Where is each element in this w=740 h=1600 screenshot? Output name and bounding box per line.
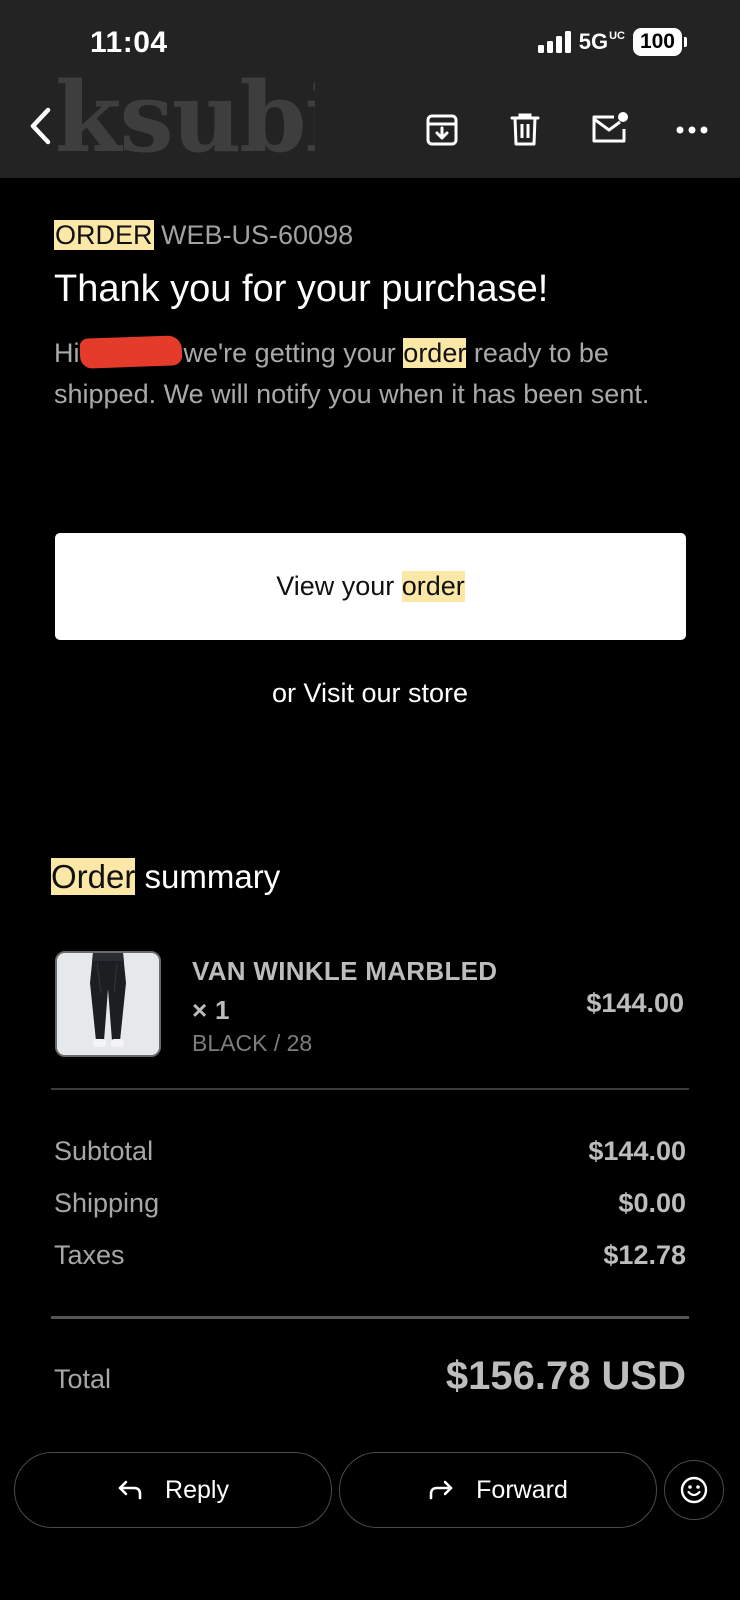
taxes-row: Taxes $12.78 — [54, 1240, 686, 1271]
order-summary-rest: summary — [144, 858, 281, 895]
reply-label: Reply — [165, 1475, 229, 1504]
order-keyword-highlight: ORDER — [54, 220, 154, 250]
emoji-reaction-button[interactable] — [664, 1460, 724, 1520]
order-summary-keyword: Order — [51, 858, 136, 895]
trash-icon — [510, 113, 540, 146]
brand-logo-text: ksubi — [55, 61, 315, 174]
greeting: Hi — [54, 338, 80, 368]
intro-paragraph: Hi we're getting your order ready to be s… — [54, 333, 694, 415]
archive-button[interactable] — [420, 108, 464, 152]
divider — [51, 1316, 689, 1319]
shipping-row: Shipping $0.00 — [54, 1188, 686, 1219]
network-label: 5G — [578, 29, 609, 54]
visit-store-label: or Visit our store — [271, 678, 469, 708]
shipping-label: Shipping — [54, 1188, 160, 1218]
mail-unread-icon — [592, 112, 628, 143]
network-indicator: 5G UC — [579, 29, 625, 55]
status-indicators: 5G UC 100 — [537, 28, 688, 56]
view-order-button[interactable]: View your order — [55, 533, 686, 640]
jeans-image — [57, 953, 159, 1055]
back-button[interactable] — [18, 104, 62, 148]
total-value: $156.78 USD — [445, 1354, 686, 1398]
shipping-value: $0.00 — [618, 1188, 686, 1218]
status-time: 11:04 — [90, 26, 168, 59]
product-name: VAN WINKLE MARBLED × 1 — [192, 956, 498, 1025]
archive-icon — [426, 114, 458, 146]
order-highlight: order — [403, 338, 467, 368]
mark-unread-button[interactable] — [586, 106, 634, 150]
delete-button[interactable] — [503, 108, 547, 152]
redacted-name — [79, 335, 182, 369]
order-number: WEB-US-60098 — [161, 220, 354, 250]
battery-indicator: 100 — [632, 28, 688, 56]
view-order-keyword: order — [401, 571, 465, 602]
product-variant: BLACK / 28 — [192, 1030, 313, 1056]
chevron-left-icon — [30, 107, 51, 145]
subtotal-label: Subtotal — [54, 1136, 154, 1166]
brand-logo-watermark: ksubi — [55, 60, 315, 175]
more-horizontal-icon — [676, 126, 708, 134]
network-suffix: UC — [609, 30, 625, 42]
product-image — [55, 951, 161, 1057]
forward-button[interactable]: Forward — [339, 1452, 657, 1528]
email-headline: Thank you for your purchase! — [54, 268, 549, 310]
intro-before: we're getting your — [183, 338, 396, 368]
smiley-icon — [680, 1476, 708, 1504]
subtotal-row: Subtotal $144.00 — [54, 1136, 686, 1167]
forward-icon — [429, 1480, 453, 1500]
reply-icon — [118, 1480, 142, 1500]
forward-label: Forward — [476, 1475, 568, 1504]
top-bar: 11:04 5G UC 100 ksubi — [0, 0, 740, 178]
divider — [51, 1088, 689, 1090]
taxes-label: Taxes — [54, 1240, 125, 1270]
order-summary-title: Order summary — [51, 858, 280, 896]
more-options-button[interactable] — [670, 108, 714, 152]
total-label: Total — [54, 1364, 112, 1394]
taxes-value: $12.78 — [603, 1240, 686, 1270]
reply-button[interactable]: Reply — [14, 1452, 332, 1528]
subtotal-value: $144.00 — [588, 1136, 686, 1166]
view-order-label: View your — [276, 571, 395, 601]
signal-icon — [537, 31, 571, 53]
email-screen: 11:04 5G UC 100 ksubi ORDER WEB-US-60098… — [0, 0, 740, 1600]
order-number-line: ORDER WEB-US-60098 — [54, 220, 353, 251]
product-price: $144.00 — [586, 988, 684, 1018]
visit-store-link[interactable]: or Visit our store — [0, 678, 740, 709]
